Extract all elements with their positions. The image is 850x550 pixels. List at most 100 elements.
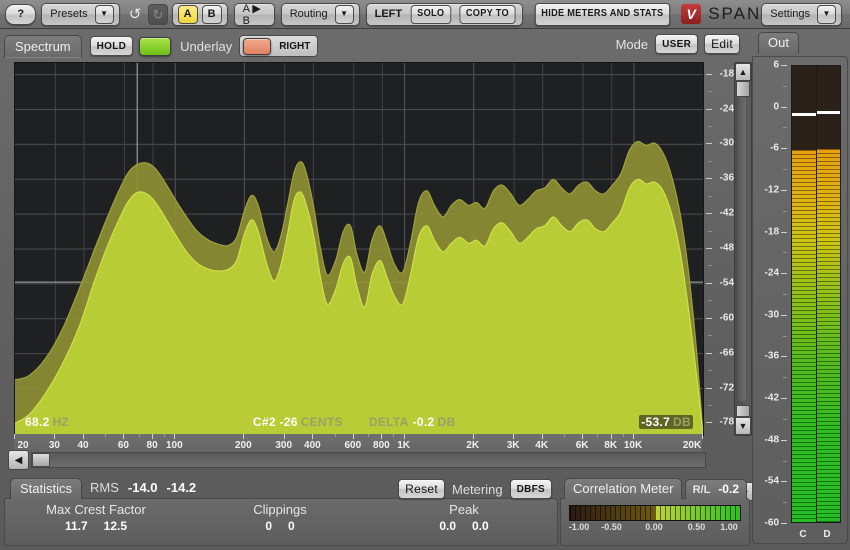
underlay-led-indicator[interactable] xyxy=(243,38,271,55)
scroll-up-icon[interactable]: ▲ xyxy=(735,63,751,81)
db-tick xyxy=(706,353,712,354)
db-axis: -18-24-30-36-42-48-54-60-66-72-78 xyxy=(704,62,734,434)
reset-button[interactable]: Reset xyxy=(398,479,445,499)
help-button[interactable]: ? xyxy=(5,4,36,25)
channel-group: LEFT SOLO COPY TO xyxy=(366,3,524,26)
hold-button[interactable]: HOLD xyxy=(90,36,134,56)
freq-tick xyxy=(404,434,405,439)
meter-tick xyxy=(781,315,787,316)
routing-group[interactable]: Routing ▼ xyxy=(281,3,360,26)
metering-label: Metering xyxy=(452,482,503,497)
spectrum-horizontal-scrollbar[interactable]: ◀ xyxy=(8,450,708,470)
freq-tick xyxy=(582,434,583,439)
spectrum-svg xyxy=(15,63,703,435)
meter-tick-minor xyxy=(783,294,787,295)
freq-tick xyxy=(243,434,244,439)
stat-value-left: 11.7 xyxy=(65,519,88,533)
chevron-down-icon[interactable]: ▼ xyxy=(95,5,114,24)
solo-button[interactable]: SOLO xyxy=(411,5,451,24)
hold-led-indicator[interactable] xyxy=(139,37,171,56)
horizontal-scroll-thumb[interactable] xyxy=(32,453,50,467)
freq-tick xyxy=(123,434,124,439)
freq-tick xyxy=(473,434,474,439)
stat-title: Peak xyxy=(372,502,556,517)
vertical-scroll-thumb-top[interactable] xyxy=(736,81,750,97)
tab-correlation-meter[interactable]: Correlation Meter xyxy=(564,478,682,499)
db-tick xyxy=(706,283,712,284)
out-meter-bars xyxy=(791,65,841,523)
spectrum-plot[interactable]: 68.2HZ C#2 -26CENTS DELTA-0.2DB -53.7DB xyxy=(14,62,704,436)
mode-edit-button[interactable]: Edit xyxy=(704,34,740,54)
copy-to-button[interactable]: COPY TO xyxy=(459,5,515,24)
correlation-bar-negative xyxy=(570,506,655,520)
correlation-bar-positive xyxy=(655,506,740,520)
product-name: SPAN xyxy=(708,4,761,24)
stat-column-peak: Peak 0.0 0.0 xyxy=(372,498,556,533)
rms-value-left: -14.0 xyxy=(128,480,158,495)
db-tick-label: -18 xyxy=(714,68,734,79)
presets-group[interactable]: Presets ▼ xyxy=(41,3,119,26)
meter-tick-minor xyxy=(783,461,787,462)
meter-tick xyxy=(781,232,787,233)
spectrum-vertical-scrollbar[interactable]: ▲ ▼ xyxy=(734,62,752,436)
horizontal-scroll-track[interactable] xyxy=(31,452,706,468)
meter-tick xyxy=(781,273,787,274)
underlay-channel-toggle[interactable]: RIGHT xyxy=(239,35,318,57)
settings-group[interactable]: Settings ▼ xyxy=(761,3,842,26)
mode-label: Mode xyxy=(616,37,649,52)
undo-icon[interactable]: ↺ xyxy=(126,4,145,25)
rms-label: RMS xyxy=(90,480,119,495)
db-tick-label: -78 xyxy=(714,417,734,428)
hide-meters-and-stats-button[interactable]: HIDE METERS AND STATS xyxy=(535,3,670,26)
meter-tick-label: -18 xyxy=(765,226,779,237)
spectrum-graph-area: 68.2HZ C#2 -26CENTS DELTA-0.2DB -53.7DB … xyxy=(4,58,748,448)
spectrum-panel: Spectrum HOLD Underlay RIGHT Mode USER E… xyxy=(4,32,748,474)
db-tick-minor xyxy=(708,370,712,371)
freq-tick xyxy=(513,434,514,439)
db-tick xyxy=(706,248,712,249)
meter-tick-label: -12 xyxy=(765,184,779,195)
db-tick-minor xyxy=(708,196,712,197)
ab-copy-group[interactable]: A ▶ B xyxy=(234,3,275,26)
out-meter-body: 60-6-12-18-24-30-36-42-48-54-60 C D xyxy=(752,56,848,544)
db-tick-label: -66 xyxy=(714,347,734,358)
freq-tick-minor xyxy=(368,434,369,437)
correlation-meter-panel: Correlation Meter R/L -0.2 -1.00-0.500.0… xyxy=(560,478,748,546)
redo-icon[interactable]: ↻ xyxy=(148,4,167,25)
meter-tick-label: 6 xyxy=(773,60,779,71)
db-tick xyxy=(706,74,712,75)
correlation-bar xyxy=(569,505,741,521)
out-meter-bar-d xyxy=(817,66,841,522)
vertical-scroll-track[interactable] xyxy=(738,97,746,401)
meter-tick xyxy=(781,148,787,149)
scroll-left-icon[interactable]: ◀ xyxy=(8,450,29,470)
db-tick-minor xyxy=(708,335,712,336)
db-tick xyxy=(706,143,712,144)
ab-group: A B xyxy=(172,3,228,26)
tab-spectrum[interactable]: Spectrum xyxy=(4,35,82,58)
freq-tick-minor xyxy=(564,434,565,437)
stat-column-clippings: Clippings 0 0 xyxy=(188,498,372,533)
vertical-scroll-thumb-bottom[interactable] xyxy=(736,405,750,417)
freq-tick xyxy=(312,434,313,439)
mode-controls: Mode USER Edit xyxy=(616,34,746,54)
scroll-down-icon[interactable]: ▼ xyxy=(735,417,751,435)
db-tick xyxy=(706,388,712,389)
preset-b-button[interactable]: B xyxy=(202,5,222,24)
meter-tick xyxy=(781,523,787,524)
freq-tick xyxy=(611,434,612,439)
freq-tick-minor xyxy=(335,434,336,437)
metering-dbfs-button[interactable]: DBFS xyxy=(510,479,552,499)
span-plugin-window: ? Presets ▼ ↺ ↻ A B A ▶ B Routing ▼ LEFT… xyxy=(0,0,850,550)
channel-label: LEFT xyxy=(370,8,408,20)
freq-tick-minor xyxy=(164,434,165,437)
preset-a-button[interactable]: A xyxy=(178,5,198,24)
chevron-down-icon[interactable]: ▼ xyxy=(335,5,354,24)
top-toolbar: ? Presets ▼ ↺ ↻ A B A ▶ B Routing ▼ LEFT… xyxy=(0,0,850,29)
tab-statistics[interactable]: Statistics xyxy=(10,478,82,499)
tab-out[interactable]: Out xyxy=(758,32,799,53)
chevron-down-icon[interactable]: ▼ xyxy=(817,5,836,24)
out-meter-fill-d xyxy=(817,149,841,522)
routing-label: Routing xyxy=(285,8,333,20)
mode-user-button[interactable]: USER xyxy=(655,34,698,54)
